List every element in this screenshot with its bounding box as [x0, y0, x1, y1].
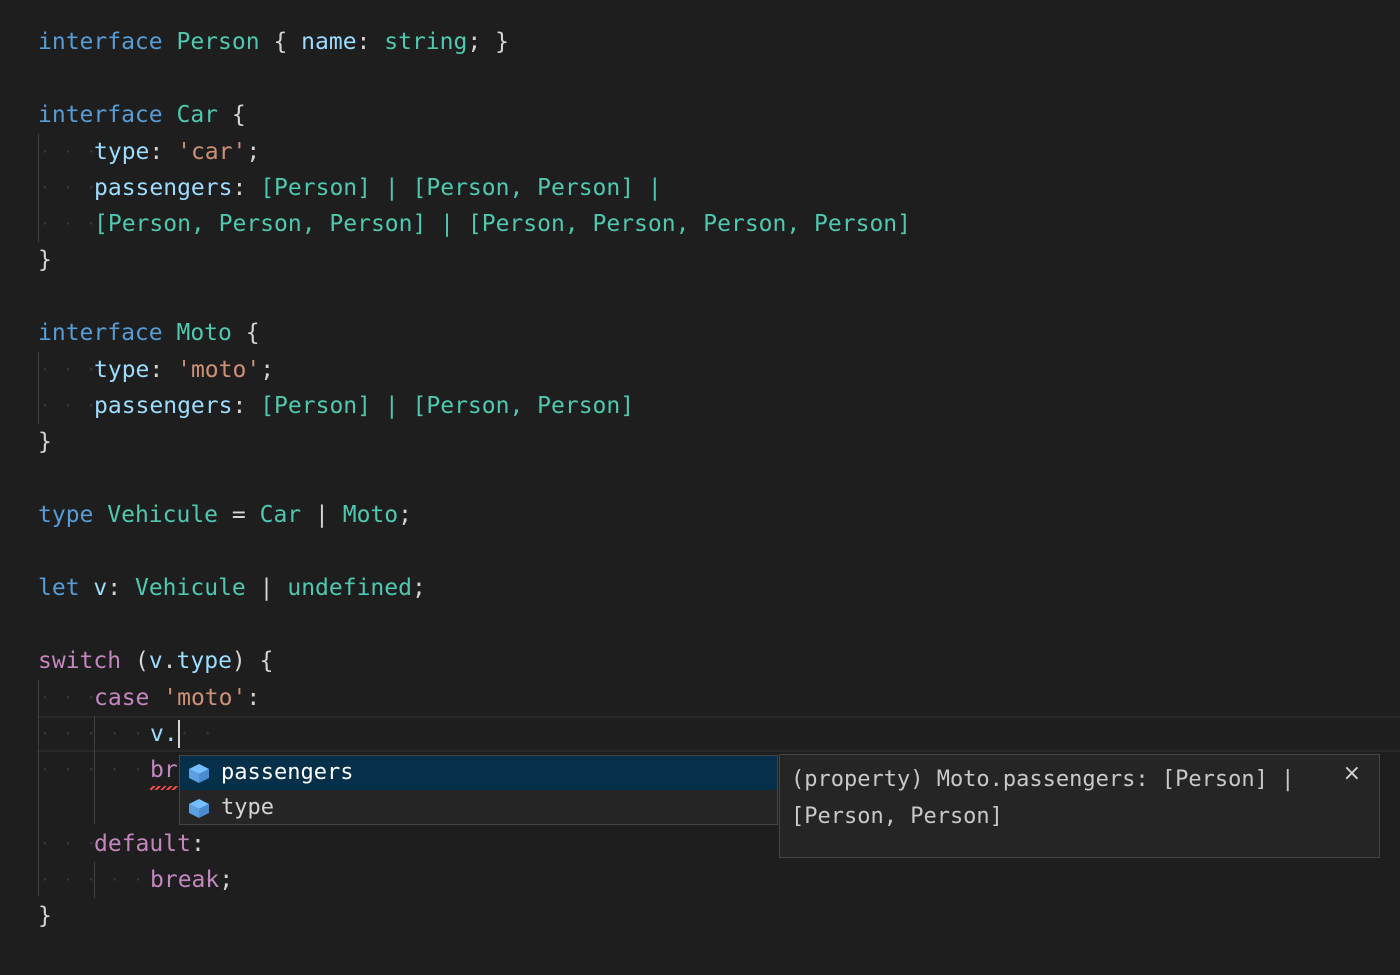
- code-line: type: 'car';: [94, 134, 260, 170]
- brace: }: [38, 903, 52, 929]
- close-icon[interactable]: ×: [1343, 761, 1361, 786]
- brace: }: [38, 247, 52, 273]
- type-name: Car: [260, 502, 302, 528]
- brace: {: [232, 102, 246, 128]
- keyword: interface: [38, 29, 163, 55]
- colon: :: [149, 139, 163, 165]
- code-line: interface Person { name: string; }: [38, 24, 509, 60]
- keyword: break: [150, 867, 219, 893]
- keyword: type: [38, 502, 93, 528]
- type-name: Moto: [176, 320, 231, 346]
- keyword: switch: [38, 648, 121, 674]
- type-name: Car: [176, 102, 218, 128]
- type-name: string: [384, 29, 467, 55]
- property-name: type: [177, 648, 232, 674]
- code-line: passengers: [Person] | [Person, Person] …: [94, 170, 662, 206]
- variable-name: v: [93, 575, 107, 601]
- colon: :: [357, 29, 371, 55]
- brace: }: [38, 429, 52, 455]
- property-cube-icon: [187, 762, 211, 784]
- code-line: let v: Vehicule | undefined;: [38, 570, 426, 606]
- keyword: case: [94, 685, 149, 711]
- type-name: undefined: [287, 575, 412, 601]
- property-cube-icon: [187, 797, 211, 819]
- operator: =: [232, 502, 246, 528]
- colon: :: [107, 575, 121, 601]
- tuple-type: [Person] | [Person, Person]: [260, 393, 634, 419]
- colon: :: [149, 357, 163, 383]
- details-signature: (property) Moto.passengers: [Person] | […: [791, 761, 1331, 835]
- colon: :: [232, 175, 246, 201]
- code-line: interface Moto {: [38, 315, 260, 351]
- operator: |: [315, 502, 329, 528]
- code-line: }: [38, 424, 52, 460]
- tuple-type: [Person] | [Person, Person] |: [260, 175, 662, 201]
- typed-text: v.: [150, 721, 178, 747]
- code-line: type: 'moto';: [94, 352, 274, 388]
- indent-guide: [38, 134, 39, 242]
- colon: :: [191, 831, 205, 857]
- paren: ): [232, 648, 246, 674]
- code-line: passengers: [Person] | [Person, Person]: [94, 388, 634, 424]
- suggest-label: type: [221, 791, 274, 825]
- semicolon: ;: [467, 29, 481, 55]
- code-editor[interactable]: · · · · · · · · · · · · · · · · · · · · …: [0, 0, 1400, 975]
- code-line: switch (v.type) {: [38, 643, 274, 679]
- brace: {: [246, 320, 260, 346]
- type-name: Person: [176, 29, 259, 55]
- string-literal: 'car': [177, 139, 246, 165]
- suggest-label: passengers: [221, 756, 353, 790]
- property-name: passengers: [94, 175, 232, 201]
- code-line: br: [150, 752, 178, 788]
- semicolon: ;: [398, 502, 412, 528]
- code-line: }: [38, 898, 52, 934]
- suggest-item-passengers[interactable]: passengers: [180, 756, 777, 790]
- type-name: Moto: [343, 502, 398, 528]
- code-line: default:: [94, 826, 205, 862]
- string-literal: 'moto': [177, 357, 260, 383]
- string-literal: 'moto': [163, 685, 246, 711]
- keyword: br: [150, 757, 178, 783]
- colon: :: [232, 393, 246, 419]
- colon: :: [246, 685, 260, 711]
- code-line: case 'moto':: [94, 680, 260, 716]
- dot: .: [163, 648, 177, 674]
- brace: }: [495, 29, 509, 55]
- text-cursor: [178, 720, 180, 748]
- current-line-highlight: [37, 716, 1400, 752]
- code-line: type Vehicule = Car | Moto;: [38, 497, 412, 533]
- error-squiggle: [150, 786, 178, 790]
- suggest-details: (property) Moto.passengers: [Person] | […: [779, 754, 1380, 858]
- indent-guide: [38, 680, 39, 896]
- brace: {: [260, 648, 274, 674]
- type-name: Vehicule: [135, 575, 246, 601]
- suggest-widget[interactable]: passengers type: [179, 755, 778, 825]
- code-line: interface Car {: [38, 97, 246, 133]
- suggest-item-type[interactable]: type: [180, 791, 777, 825]
- operator: |: [260, 575, 274, 601]
- brace: {: [273, 29, 287, 55]
- semicolon: ;: [219, 867, 233, 893]
- property-name: name: [301, 29, 356, 55]
- property-name: type: [94, 139, 149, 165]
- paren: (: [135, 648, 149, 674]
- semicolon: ;: [412, 575, 426, 601]
- code-line: }: [38, 242, 52, 278]
- property-name: passengers: [94, 393, 232, 419]
- property-name: type: [94, 357, 149, 383]
- semicolon: ;: [260, 357, 274, 383]
- type-name: Vehicule: [107, 502, 218, 528]
- keyword: default: [94, 831, 191, 857]
- indent-guide: [38, 352, 39, 424]
- code-line: break;: [150, 862, 233, 898]
- code-line: [Person, Person, Person] | [Person, Pers…: [94, 206, 911, 242]
- variable-name: v: [149, 648, 163, 674]
- keyword: interface: [38, 102, 163, 128]
- whitespace-marker: · · · · · · · ·: [40, 716, 215, 752]
- code-line-active[interactable]: v.: [150, 716, 178, 752]
- keyword: interface: [38, 320, 163, 346]
- keyword: let: [38, 575, 80, 601]
- tuple-type: [Person, Person, Person] | [Person, Pers…: [94, 211, 911, 237]
- semicolon: ;: [246, 139, 260, 165]
